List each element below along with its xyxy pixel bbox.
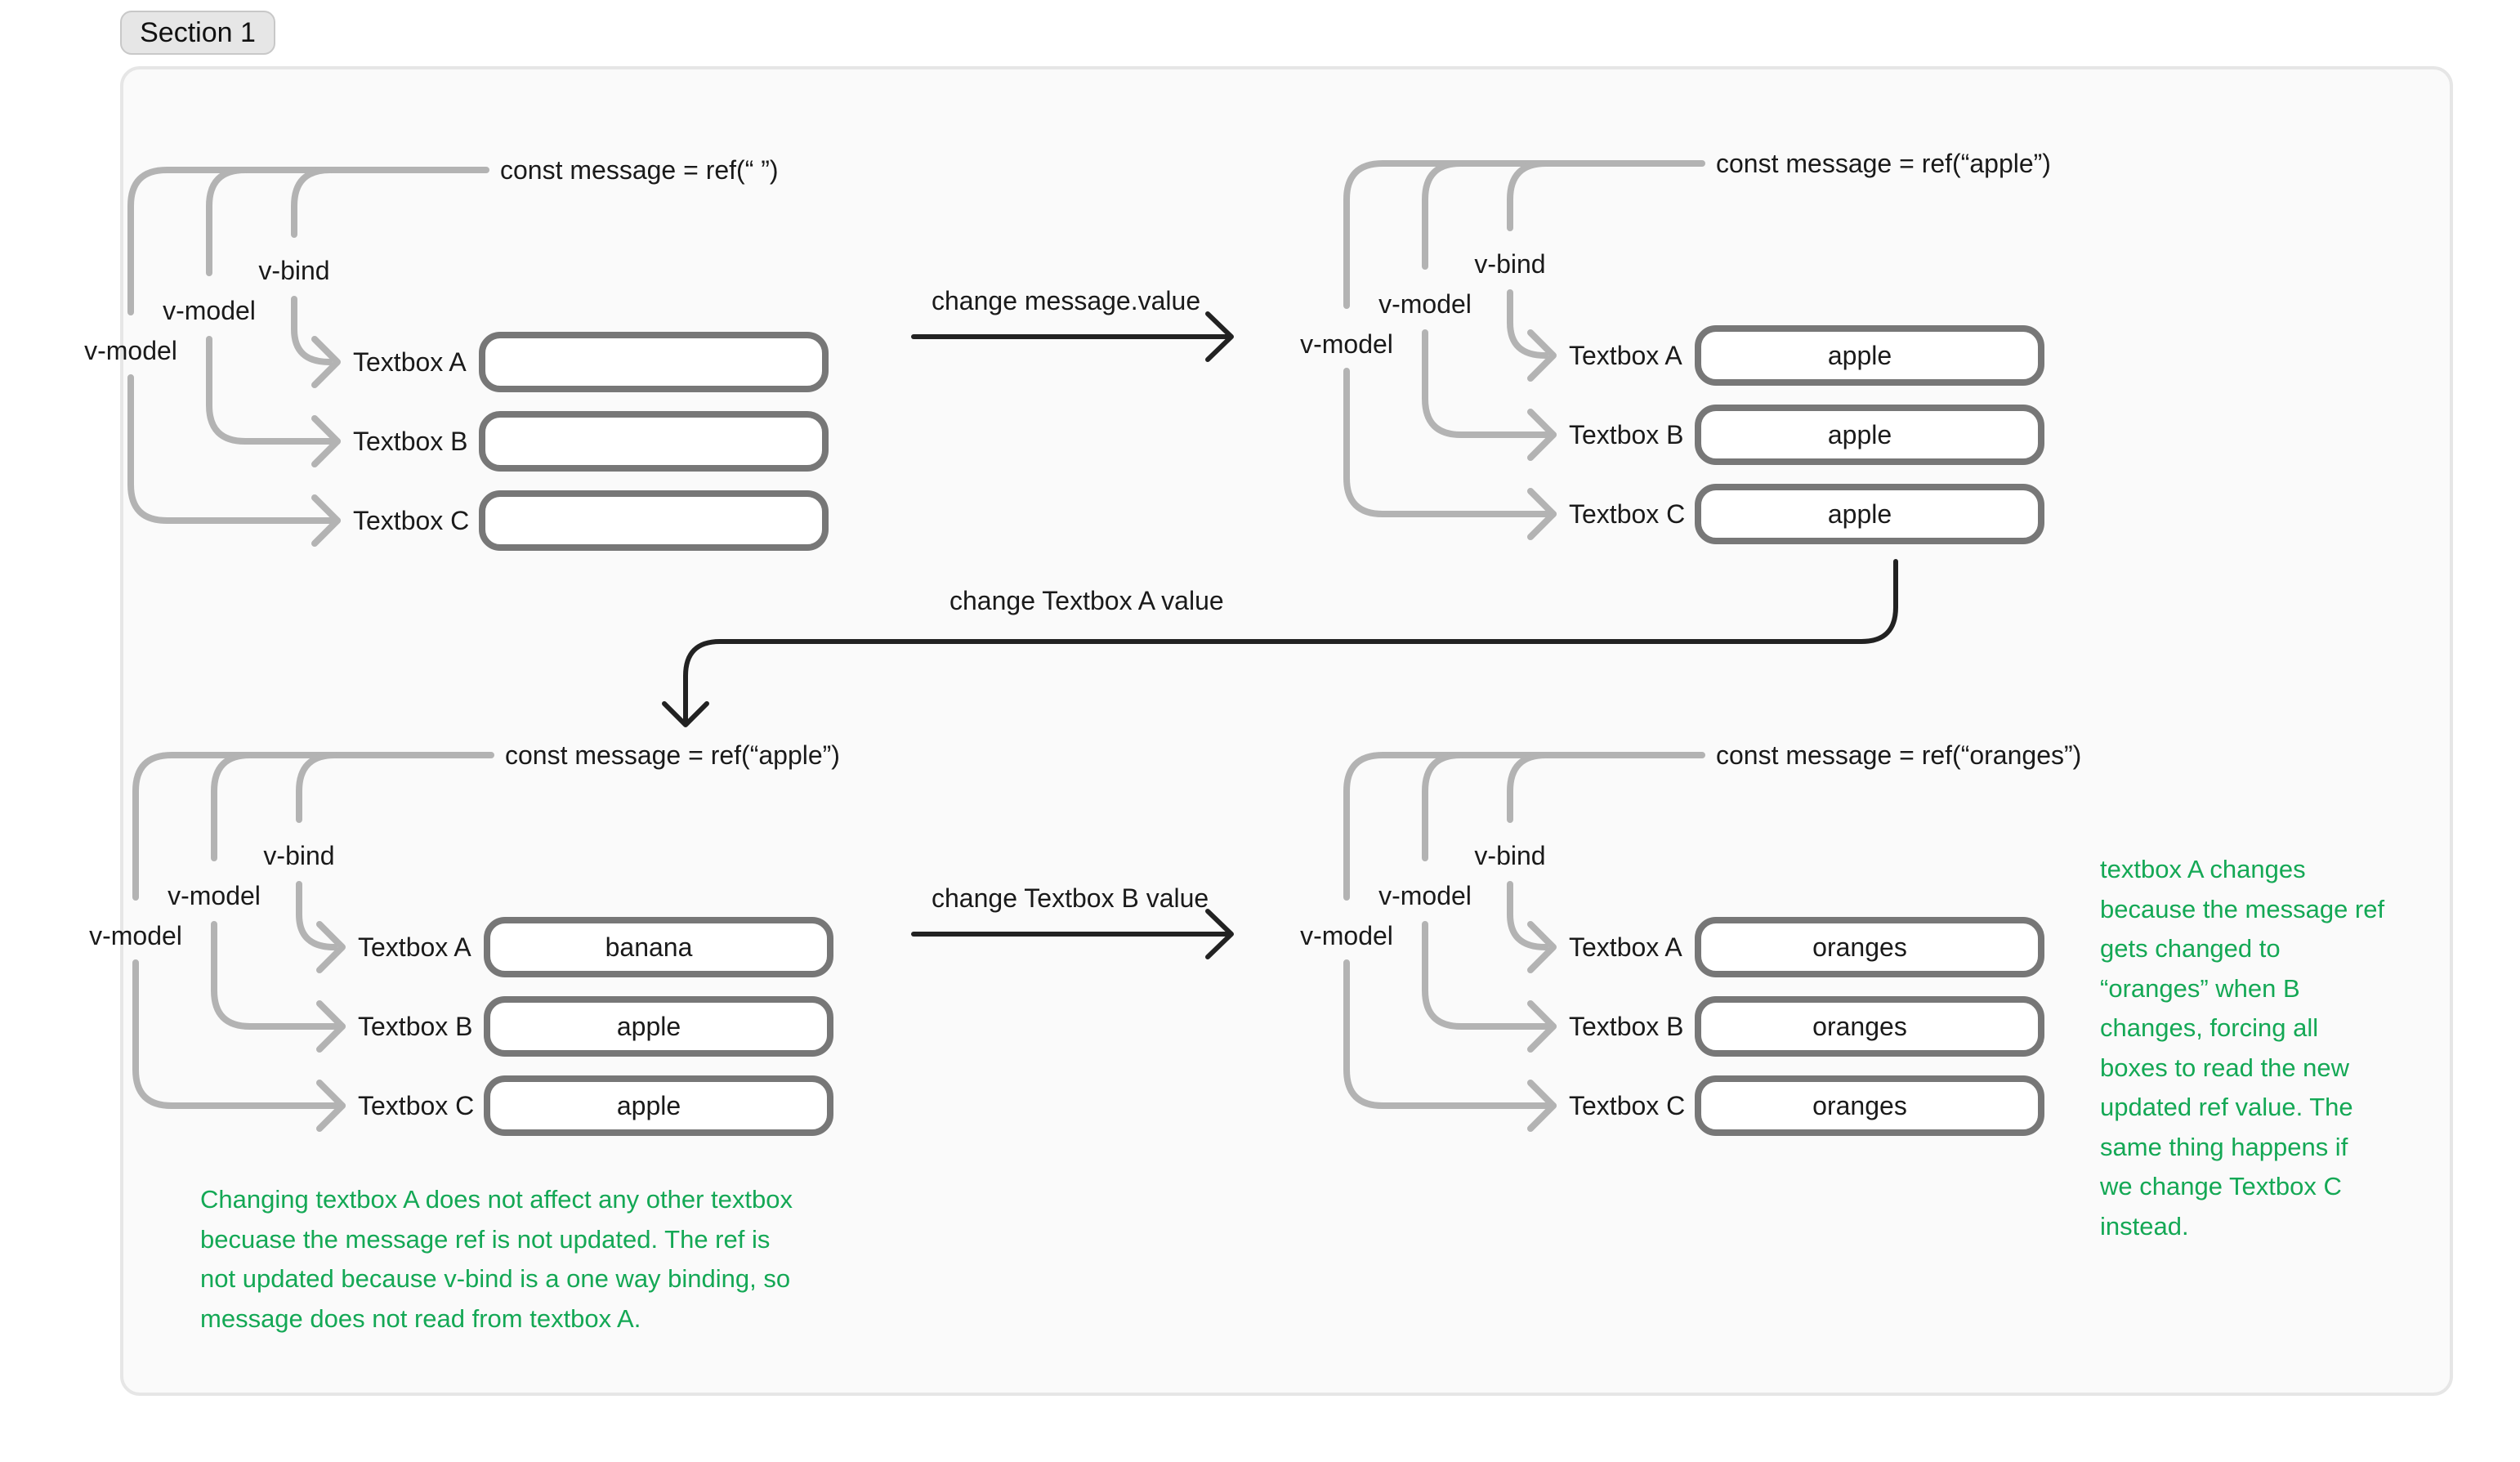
textbox-value: oranges <box>1812 1091 1907 1120</box>
binding-line-outer-top <box>132 752 494 901</box>
binding-line-outer-bottom <box>132 959 346 1109</box>
textbox-field[interactable] <box>479 490 829 551</box>
binding-line-inner-top <box>296 752 338 823</box>
textbox-value: oranges <box>1812 1012 1907 1041</box>
binding-label-v-bind: v-bind <box>263 841 334 870</box>
textbox-a[interactable] <box>479 332 829 392</box>
textbox-b[interactable] <box>479 411 829 472</box>
textbox-label: Textbox A <box>1569 341 1682 370</box>
textbox-c[interactable]: apple <box>1695 484 2044 544</box>
binding-line-inner-top <box>291 167 333 238</box>
binding-line-outer-bottom <box>1343 959 1557 1109</box>
textbox-label: Textbox C <box>353 506 469 535</box>
textbox-label: Textbox A <box>353 347 467 377</box>
diagram-after-textbox-b-change: v-bindv-modelv-modelconst message = ref(… <box>1300 740 2081 1136</box>
textbox-value: apple <box>1828 341 1892 370</box>
binding-label-v-model-b: v-model <box>163 296 256 325</box>
binding-label-v-model-c: v-model <box>89 921 182 950</box>
transition-arrow-2: change Textbox A value <box>662 559 1898 727</box>
transition-label: change message.value <box>932 286 1200 315</box>
binding-line-outer-top <box>127 167 489 315</box>
binding-label-v-model-c: v-model <box>84 336 177 365</box>
ref-declaration: const message = ref(“oranges”) <box>1716 740 2081 770</box>
binding-line-inner-top <box>1507 160 1549 231</box>
binding-line-outer-bottom <box>127 374 341 524</box>
binding-line-middle-top <box>206 167 248 276</box>
note-left: Changing textbox A does not affect any o… <box>200 1185 793 1333</box>
textbox-value: apple <box>617 1012 681 1041</box>
textbox-label: Textbox C <box>1569 1091 1685 1120</box>
ref-declaration: const message = ref(“apple”) <box>505 740 840 770</box>
textbox-value: apple <box>1828 420 1892 449</box>
textbox-b[interactable]: apple <box>484 996 833 1057</box>
binding-label-v-model-c: v-model <box>1300 921 1393 950</box>
textbox-value: oranges <box>1812 932 1907 962</box>
transition-label: change Textbox B value <box>932 883 1209 913</box>
textbox-value: apple <box>617 1091 681 1120</box>
textbox-b[interactable]: apple <box>1695 405 2044 465</box>
binding-label-v-bind: v-bind <box>1474 249 1545 279</box>
textbox-value: apple <box>1828 499 1892 529</box>
binding-line-outer-bottom <box>1343 368 1557 517</box>
textbox-c[interactable]: oranges <box>1695 1075 2044 1136</box>
binding-label-v-model-b: v-model <box>1378 881 1472 910</box>
textbox-a[interactable]: oranges <box>1695 917 2044 977</box>
textbox-a[interactable]: banana <box>484 917 833 977</box>
textbox-field[interactable] <box>479 332 829 392</box>
textbox-label: Textbox C <box>1569 499 1685 529</box>
textbox-c[interactable]: apple <box>484 1075 833 1136</box>
transition-label: change Textbox A value <box>949 586 1224 615</box>
textbox-value: banana <box>605 932 693 962</box>
textbox-label: Textbox B <box>353 427 468 456</box>
arrow-line <box>683 559 1898 726</box>
textbox-label: Textbox B <box>358 1012 473 1041</box>
textbox-field[interactable] <box>479 411 829 472</box>
textbox-label: Textbox C <box>358 1091 474 1120</box>
ref-declaration: const message = ref(“ ”) <box>500 155 779 185</box>
textbox-b[interactable]: oranges <box>1695 996 2044 1057</box>
textbox-label: Textbox A <box>1569 932 1682 962</box>
ref-declaration: const message = ref(“apple”) <box>1716 149 2051 178</box>
binding-label-v-model-b: v-model <box>168 881 261 910</box>
binding-label-v-model-b: v-model <box>1378 289 1472 319</box>
textbox-a[interactable]: apple <box>1695 325 2044 386</box>
diagram-after-textbox-a-change: v-bindv-modelv-modelconst message = ref(… <box>89 740 840 1136</box>
textbox-c[interactable] <box>479 490 829 551</box>
binding-line-middle-top <box>1422 752 1464 861</box>
binding-line-middle-top <box>1422 160 1464 270</box>
binding-label-v-model-c: v-model <box>1300 329 1393 359</box>
binding-line-middle-top <box>211 752 253 861</box>
textbox-label: Textbox B <box>1569 1012 1684 1041</box>
binding-line-inner-top <box>1507 752 1549 823</box>
binding-label-v-bind: v-bind <box>1474 841 1545 870</box>
note-right: textbox A changes because the message re… <box>2100 855 2385 1241</box>
binding-line-outer-top <box>1343 160 1705 309</box>
binding-label-v-bind: v-bind <box>258 256 329 285</box>
diagram-after-message-change: v-bindv-modelv-modelconst message = ref(… <box>1300 149 2051 544</box>
transition-arrow-1: change message.value <box>911 286 1234 362</box>
binding-line-outer-top <box>1343 752 1705 901</box>
textbox-label: Textbox B <box>1569 420 1684 449</box>
textbox-label: Textbox A <box>358 932 471 962</box>
diagram-initial: v-bindv-modelv-modelconst message = ref(… <box>84 155 829 551</box>
transition-arrow-3: change Textbox B value <box>911 883 1234 959</box>
